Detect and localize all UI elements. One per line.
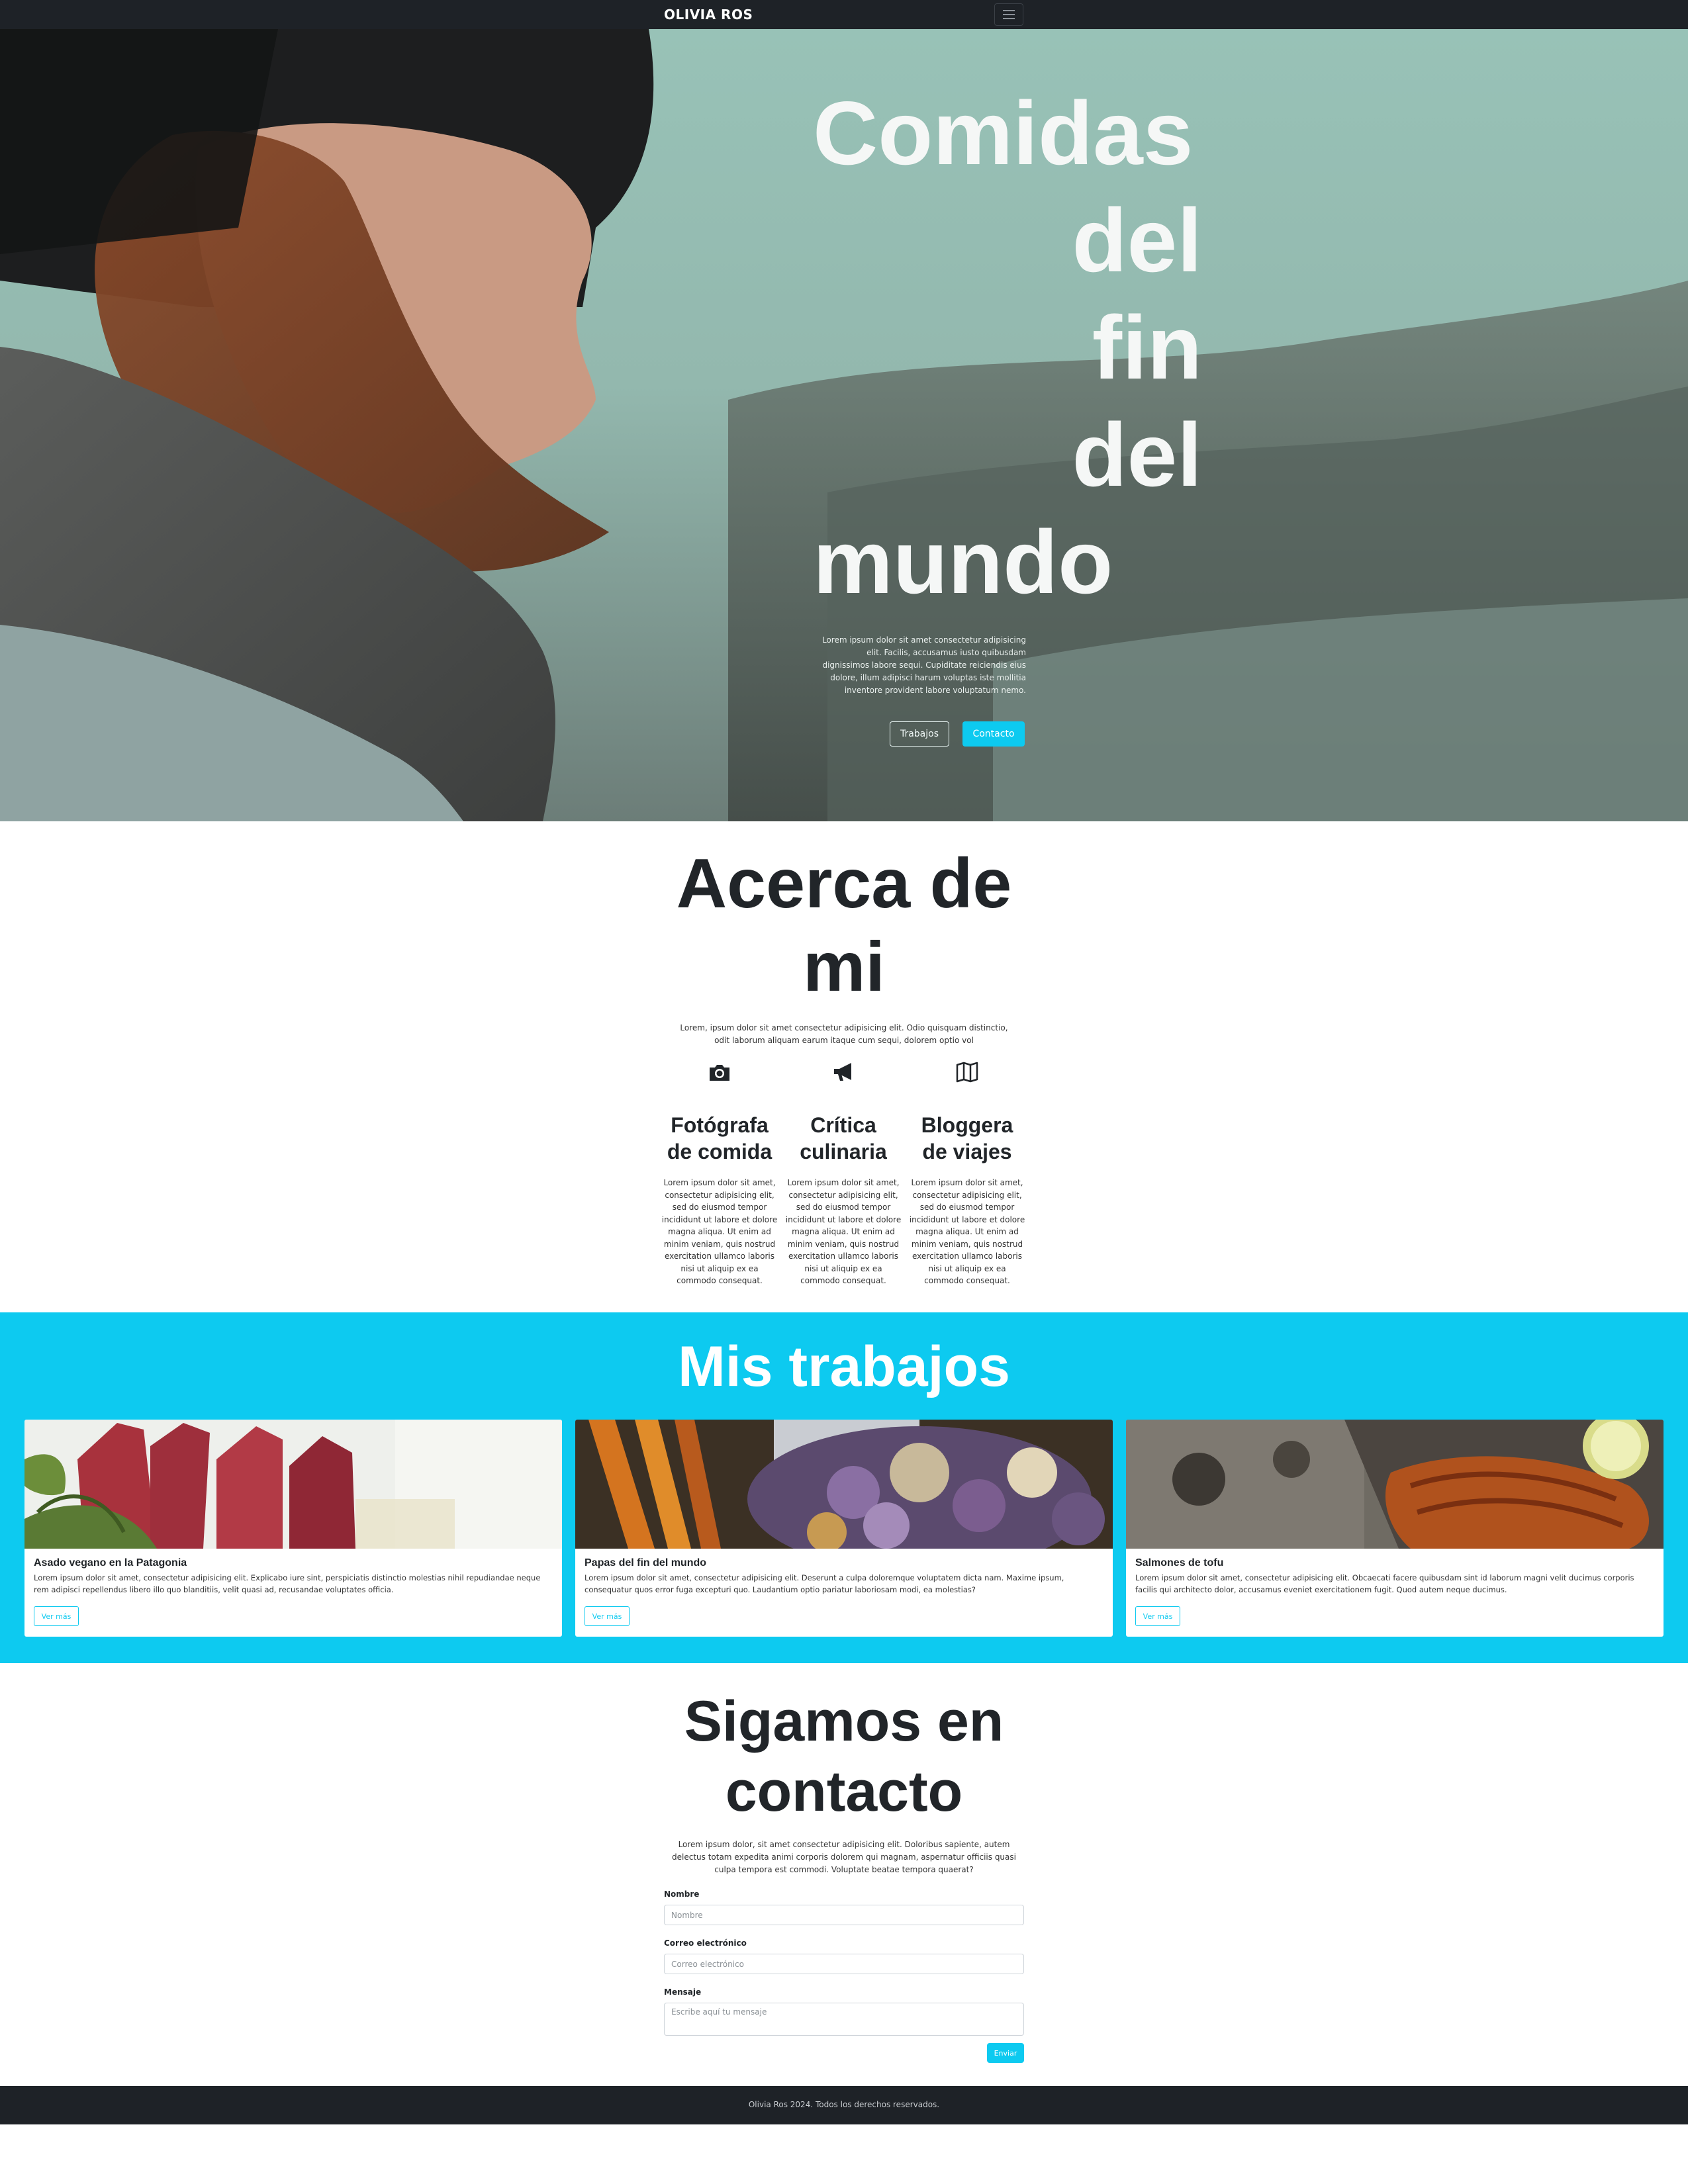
message-label: Mensaje <box>664 1987 702 1997</box>
card-text: Lorem ipsum dolor sit amet, consectetur … <box>34 1573 541 1594</box>
megaphone-icon <box>834 1063 851 1081</box>
email-label: Correo electrónico <box>664 1938 747 1948</box>
navbar: OLIVIA ROS <box>0 0 1688 29</box>
message-textarea[interactable] <box>664 2003 1024 2036</box>
hero-title: Comidas del fin del mundo <box>813 83 1202 612</box>
send-button[interactable]: Enviar <box>987 2043 1024 2063</box>
name-input[interactable] <box>664 1905 1024 1925</box>
camera-icon <box>710 1065 729 1081</box>
about-description: Lorem, ipsum dolor sit amet consectetur … <box>680 1023 1008 1045</box>
feature-food-photographer: Fotógrafa de comida Lorem ipsum dolor si… <box>660 1059 779 1287</box>
work-card: Papas del fin del mundo Lorem ipsum dolo… <box>575 1420 1113 1637</box>
card-image-potatoes <box>575 1420 1113 1572</box>
work-card: Salmones de tofu Lorem ipsum dolor sit a… <box>1126 1420 1664 1637</box>
work-card: Asado vegano en la Patagonia Lorem ipsum… <box>24 1420 562 1637</box>
footer-text: Olivia Ros 2024. Todos los derechos rese… <box>748 2100 940 2109</box>
about-title: Acerca de mi <box>676 844 1012 1006</box>
card-title: Asado vegano en la Patagonia <box>34 1557 187 1569</box>
feature-text: Lorem ipsum dolor sit amet, consectetur … <box>785 1178 902 1285</box>
feature-title: Crítica culinaria <box>800 1113 887 1163</box>
name-label: Nombre <box>664 1889 700 1899</box>
contact-description: Lorem ipsum dolor, sit amet consectetur … <box>672 1840 1016 1874</box>
works-button[interactable]: Trabajos <box>890 721 949 747</box>
card-title: Papas del fin del mundo <box>585 1557 707 1569</box>
hero-description: Lorem ipsum dolor sit amet consectetur a… <box>821 635 1026 695</box>
email-input[interactable] <box>664 1954 1024 1974</box>
works-title: Mis trabajos <box>678 1335 1010 1398</box>
card-text: Lorem ipsum dolor sit amet, consectetur … <box>585 1573 1064 1594</box>
view-more-button[interactable]: Ver más <box>585 1606 630 1626</box>
feature-food-critic: Crítica culinaria Lorem ipsum dolor sit … <box>784 1059 903 1287</box>
menu-toggle-button[interactable] <box>994 3 1023 26</box>
map-icon <box>956 1062 978 1083</box>
view-more-button[interactable]: Ver más <box>34 1606 79 1626</box>
brand-logo[interactable]: OLIVIA ROS <box>664 7 753 23</box>
hero-section: Comidas del fin del mundo Lorem ipsum do… <box>0 29 1688 821</box>
card-image-tuna <box>24 1420 562 1549</box>
feature-title: Bloggera de viajes <box>921 1113 1013 1163</box>
view-more-button[interactable]: Ver más <box>1135 1606 1180 1626</box>
card-image-salmon <box>1126 1420 1664 1549</box>
feature-text: Lorem ipsum dolor sit amet, consectetur … <box>909 1178 1025 1285</box>
footer: Olivia Ros 2024. Todos los derechos rese… <box>0 2086 1688 2124</box>
card-title: Salmones de tofu <box>1135 1557 1224 1569</box>
feature-title: Fotógrafa de comida <box>667 1113 773 1163</box>
card-text: Lorem ipsum dolor sit amet, consectetur … <box>1135 1573 1634 1594</box>
feature-text: Lorem ipsum dolor sit amet, consectetur … <box>661 1178 778 1285</box>
contact-title: Sigamos en contacto <box>684 1690 1004 1823</box>
feature-travel-blogger: Bloggera de viajes Lorem ipsum dolor sit… <box>908 1059 1027 1287</box>
contact-button[interactable]: Contacto <box>962 721 1025 747</box>
menu-icon <box>1003 10 1015 11</box>
works-section: Mis trabajos Asado vegano en la Patagoni… <box>0 1312 1688 1663</box>
